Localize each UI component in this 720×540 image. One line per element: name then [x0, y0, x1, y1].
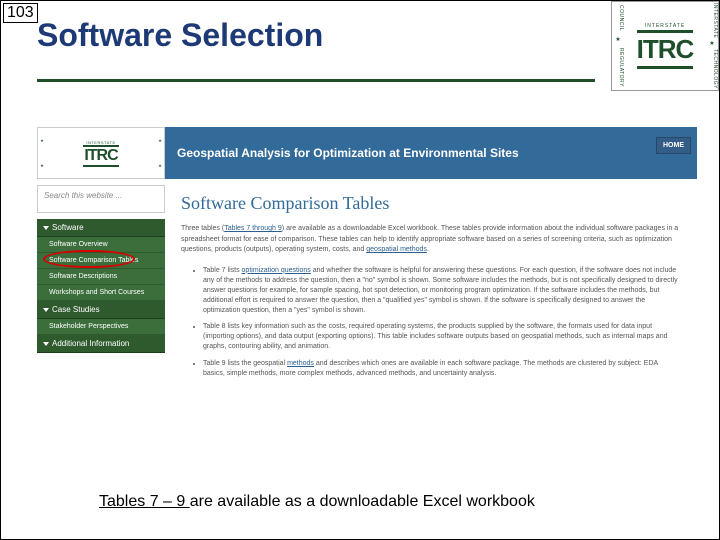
chevron-down-icon [43, 308, 49, 312]
content-heading: Software Comparison Tables [181, 193, 681, 214]
chevron-down-icon [43, 226, 49, 230]
logo-word-interstate: INTERSTATE [706, 3, 718, 38]
sidebar-item-stakeholder[interactable]: Stakeholder Perspectives [37, 319, 165, 335]
logo-bar [637, 66, 693, 69]
sidebar-item-label: Additional Information [52, 339, 129, 348]
itrc-logo: COUNCIL ★ REGULATORY INTERSTATE ITRC INT… [611, 1, 719, 91]
sidebar-item-label: Software Comparison Tables [49, 257, 138, 264]
bullet-table-9: Table 9 lists the geospatial methods and… [203, 359, 681, 379]
main-content: Geospatial Analysis for Optimization at … [165, 127, 697, 391]
star-icon: ★ [612, 36, 624, 43]
sidebar-item-software[interactable]: Software [37, 219, 165, 237]
slide: 103 Software Selection COUNCIL ★ REGULAT… [0, 0, 720, 540]
search-input[interactable]: Search this website ... [37, 185, 165, 213]
sidebar-item-case-studies[interactable]: Case Studies [37, 301, 165, 319]
sidebar-item-software-comparison-tables[interactable]: Software Comparison Tables [37, 253, 165, 269]
embedded-screenshot: ★★ INTERSTATE ITRC ★★ Search this websit… [37, 127, 697, 457]
title-underline [37, 79, 595, 82]
sidebar-item-label: Software Overview [49, 241, 108, 248]
tables-link[interactable]: Tables 7 through 9 [224, 225, 282, 232]
slide-title: Software Selection [37, 17, 323, 54]
sidebar-item-label: Software [52, 223, 84, 232]
logo-bar [637, 30, 693, 33]
sidebar-item-software-descriptions[interactable]: Software Descriptions [37, 269, 165, 285]
sidebar-item-software-overview[interactable]: Software Overview [37, 237, 165, 253]
content-body: Software Comparison Tables Three tables … [165, 179, 697, 391]
star-icon: ★ [706, 40, 718, 47]
chevron-down-icon [43, 342, 49, 346]
bullet-table-7: Table 7 lists optimization questions and… [203, 266, 681, 317]
logo-itrc-text: ITRC [637, 34, 694, 65]
footer-rest: are available as a downloadable Excel wo… [190, 493, 535, 510]
page-banner: Geospatial Analysis for Optimization at … [165, 127, 697, 179]
logo-left-strip: COUNCIL ★ REGULATORY [612, 2, 624, 90]
logo-word-technology: TECHNOLOGY [706, 49, 718, 89]
bullet-table-8: Table 8 lists key information such as th… [203, 322, 681, 352]
sidebar: ★★ INTERSTATE ITRC ★★ Search this websit… [37, 127, 165, 353]
geospatial-methods-link[interactable]: geospatial methods [366, 246, 427, 253]
table-bullets: Table 7 lists optimization questions and… [181, 266, 681, 379]
banner-title: Geospatial Analysis for Optimization at … [177, 146, 519, 160]
logo-interstate-label: INTERSTATE [645, 23, 685, 29]
tables-7-9-link[interactable]: Tables 7 – 9 [99, 493, 190, 510]
footer-text: Tables 7 – 9 are available as a download… [99, 493, 535, 511]
logo-word-regulatory: REGULATORY [612, 48, 624, 87]
mini-logo-itrc: ITRC [84, 147, 117, 165]
logo-word-council: COUNCIL [612, 5, 624, 31]
logo-right-strip: INTERSTATE ★ TECHNOLOGY [706, 2, 718, 90]
sidebar-item-label: Case Studies [52, 305, 100, 314]
mini-itrc-logo: ★★ INTERSTATE ITRC ★★ [37, 127, 165, 179]
sidebar-item-label: Stakeholder Perspectives [49, 323, 128, 330]
page-number: 103 [3, 3, 38, 23]
sidebar-item-label: Software Descriptions [49, 273, 117, 280]
sidebar-item-label: Workshops and Short Courses [49, 289, 144, 296]
header: Software Selection COUNCIL ★ REGULATORY … [1, 1, 719, 91]
home-button[interactable]: HOME [656, 137, 691, 154]
sidebar-item-additional-info[interactable]: Additional Information [37, 335, 165, 353]
sidebar-nav: Software Software Overview Software Comp… [37, 219, 165, 353]
logo-center: INTERSTATE ITRC [624, 2, 706, 90]
methods-link[interactable]: methods [287, 360, 314, 367]
sidebar-item-workshops[interactable]: Workshops and Short Courses [37, 285, 165, 301]
intro-paragraph: Three tables (Tables 7 through 9) are av… [181, 224, 681, 256]
optimization-questions-link[interactable]: optimization questions [242, 267, 311, 274]
